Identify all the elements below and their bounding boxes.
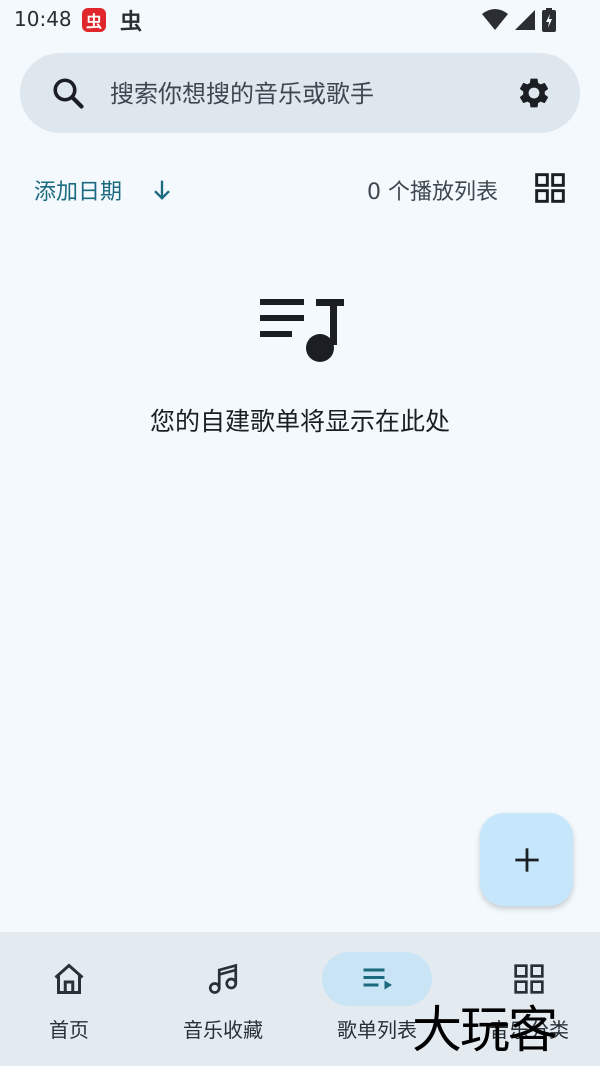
nav-label: 首页 xyxy=(49,1018,89,1042)
grid-view-icon[interactable] xyxy=(534,172,566,204)
nav-item-favorites[interactable]: 音乐收藏 xyxy=(148,932,298,1066)
status-time: 10:48 xyxy=(14,7,72,31)
watermark: 大玩客 xyxy=(412,1001,558,1059)
status-indicators xyxy=(482,8,556,32)
nav-label: 音乐收藏 xyxy=(183,1018,263,1042)
arrow-down-icon[interactable] xyxy=(148,176,176,204)
cellular-signal-icon xyxy=(515,10,535,30)
search-bar[interactable] xyxy=(20,53,580,133)
battery-icon xyxy=(542,8,556,32)
notification-app2-icon: 虫 xyxy=(118,8,144,35)
add-playlist-button[interactable] xyxy=(480,813,573,906)
home-icon xyxy=(54,963,84,994)
empty-state-message: 您的自建歌单将显示在此处 xyxy=(149,407,450,436)
nav-icon-container xyxy=(168,952,278,1006)
notification-app2-glyph: 虫 xyxy=(119,10,142,35)
playlist-icon xyxy=(363,968,392,990)
music-note-icon xyxy=(208,963,238,994)
sort-by-button[interactable]: 添加日期 xyxy=(34,174,122,206)
search-icon[interactable] xyxy=(50,75,86,111)
nav-item-home[interactable]: 首页 xyxy=(0,932,144,1066)
playlist-music-icon xyxy=(260,299,344,362)
notification-app-icon: 虫 xyxy=(82,8,106,32)
search-input[interactable] xyxy=(108,73,492,115)
plus-icon xyxy=(514,847,539,872)
playlist-count: 0 个播放列表 xyxy=(367,180,498,205)
gear-icon[interactable] xyxy=(516,75,552,111)
sort-row: 添加日期 0 个播放列表 xyxy=(0,166,600,214)
status-bar: 10:48 虫 虫 xyxy=(0,0,600,40)
nav-icon-container xyxy=(14,952,124,1006)
notification-app-glyph: 虫 xyxy=(85,12,102,31)
wifi-icon xyxy=(482,9,508,30)
